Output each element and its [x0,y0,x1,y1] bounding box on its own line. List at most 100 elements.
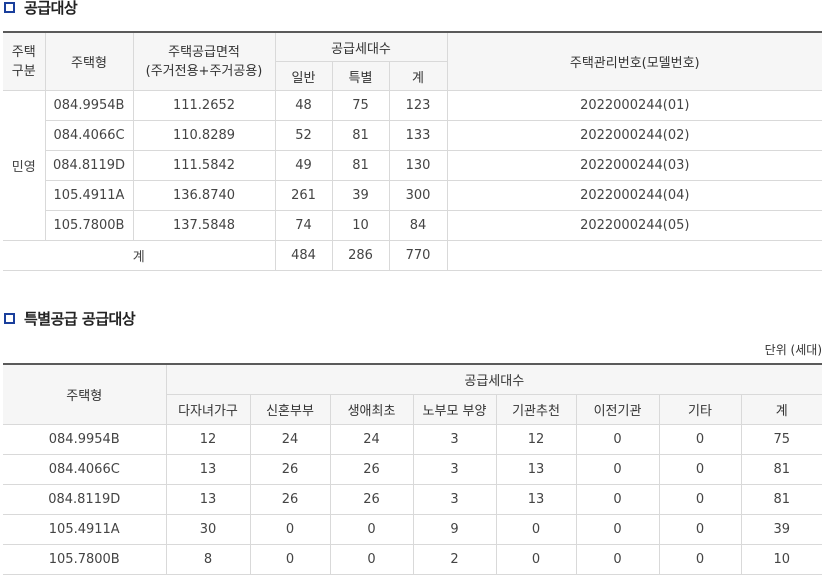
table-row: 084.4066C 110.8289 52 81 133 2022000244(… [3,120,822,151]
cell-value: 13 [495,454,577,485]
header-special: 특별 [331,61,390,91]
cell-mgmt: 2022000244(01) [446,90,822,121]
cell-value: 0 [658,424,742,455]
cell-total: 81 [740,454,822,485]
cell-value: 3 [412,484,497,515]
header-total: 계 [740,394,822,425]
table-row: 084.8119D 13 26 26 3 13 0 0 81 [3,484,822,515]
cell-value: 12 [165,424,251,455]
cell-value: 0 [658,454,742,485]
table-row: 민영 084.9954B 111.2652 48 75 123 20220002… [3,90,822,241]
header-elderly-parent: 노부모 부양 [412,394,497,425]
cell-area: 111.2652 [132,90,276,121]
cell-special: 39 [331,180,390,211]
cell-total: 123 [388,90,448,121]
cell-total: 130 [388,150,448,181]
cell-general: 48 [274,90,333,121]
square-bullet-icon [4,2,15,13]
cell-value: 0 [329,514,414,545]
total-label: 계 [3,240,276,271]
cell-special: 81 [331,120,390,151]
unit-label: 단위 (세대) [764,343,822,357]
cell-value: 24 [249,424,331,455]
cell-mgmt: 2022000244(03) [446,150,822,181]
table-row: 105.7800B 137.5848 74 10 84 2022000244(0… [3,210,822,241]
cell-value: 0 [658,514,742,545]
cell-general: 49 [274,150,333,181]
cell-total: 10 [740,544,822,575]
cell-value: 0 [575,424,660,455]
cell-value: 0 [249,544,331,575]
cell-value: 24 [329,424,414,455]
header-house-type: 주택형 [3,363,167,425]
header-house-group: 주택 구분 [3,31,46,91]
cell-value: 3 [412,424,497,455]
group-cell: 민영 [3,90,46,241]
cell-value: 0 [575,514,660,545]
table-row: 084.9954B 12 24 24 3 12 0 0 75 [3,424,822,455]
section-title-supply: 공급대상 [4,0,78,18]
cell-area: 110.8289 [132,120,276,151]
cell-area: 111.5842 [132,150,276,181]
header-institution: 기관추천 [495,394,577,425]
cell-total: 81 [740,484,822,515]
cell-value: 0 [575,454,660,485]
cell-general: 261 [274,180,333,211]
table-row: 105.4911A 136.8740 261 39 300 2022000244… [3,180,822,211]
cell-value: 26 [329,454,414,485]
cell-special: 75 [331,90,390,121]
cell-value: 0 [575,484,660,515]
cell-total: 39 [740,514,822,545]
header-other: 기타 [658,394,742,425]
total-total: 770 [388,240,448,271]
total-special: 286 [331,240,390,271]
cell-type: 084.4066C [3,454,167,485]
cell-value: 9 [412,514,497,545]
cell-type: 084.4066C [45,120,134,151]
table-row: 084.4066C 13 26 26 3 13 0 0 81 [3,454,822,485]
header-supply-area: 주택공급면적 (주거전용+주거공용) [132,31,276,91]
cell-value: 26 [329,484,414,515]
header-total: 계 [388,61,448,91]
header-mgmt-number: 주택관리번호(모델번호) [446,31,822,91]
cell-general: 52 [274,120,333,151]
header-house-type: 주택형 [44,31,134,91]
special-supply-table: 주택형 공급세대수 다자녀가구 신혼부부 생애최초 노부모 부양 기관추천 이전… [3,363,822,575]
cell-value: 12 [495,424,577,455]
cell-value: 30 [165,514,251,545]
cell-type: 105.7800B [3,544,167,575]
header-multi-child: 다자녀가구 [166,394,251,425]
cell-type: 105.4911A [45,180,134,211]
cell-mgmt: 2022000244(05) [446,210,822,241]
cell-value: 0 [495,514,577,545]
cell-type: 084.9954B [3,424,167,455]
section-title-special-supply: 특별공급 공급대상 [4,308,136,329]
total-general: 484 [274,240,333,271]
table-row: 105.4911A 30 0 0 9 0 0 0 39 [3,514,822,545]
section-title-text: 공급대상 [24,0,78,17]
cell-type: 084.8119D [3,484,167,515]
cell-value: 0 [495,544,577,575]
cell-value: 0 [249,514,331,545]
cell-total: 84 [388,210,448,241]
header-supply-units: 공급세대수 [165,363,822,395]
cell-special: 81 [331,150,390,181]
header-newlywed: 신혼부부 [249,394,331,425]
cell-special: 10 [331,210,390,241]
cell-type: 105.4911A [3,514,167,545]
header-supply-units: 공급세대수 [274,31,448,62]
cell-value: 8 [165,544,251,575]
cell-total: 75 [740,424,822,455]
cell-general: 74 [274,210,333,241]
cell-mgmt: 2022000244(04) [446,180,822,211]
cell-value: 26 [249,484,331,515]
total-mgmt-empty [446,240,822,271]
cell-value: 13 [495,484,577,515]
cell-type: 105.7800B [45,210,134,241]
header-relocated-org: 이전기관 [575,394,660,425]
cell-value: 0 [575,544,660,575]
cell-value: 13 [165,454,251,485]
supply-table: 주택 구분 주택형 주택공급면적 (주거전용+주거공용) 공급세대수 주택관리번호(… [3,31,822,271]
header-general: 일반 [275,61,333,91]
cell-type: 084.8119D [45,150,134,181]
